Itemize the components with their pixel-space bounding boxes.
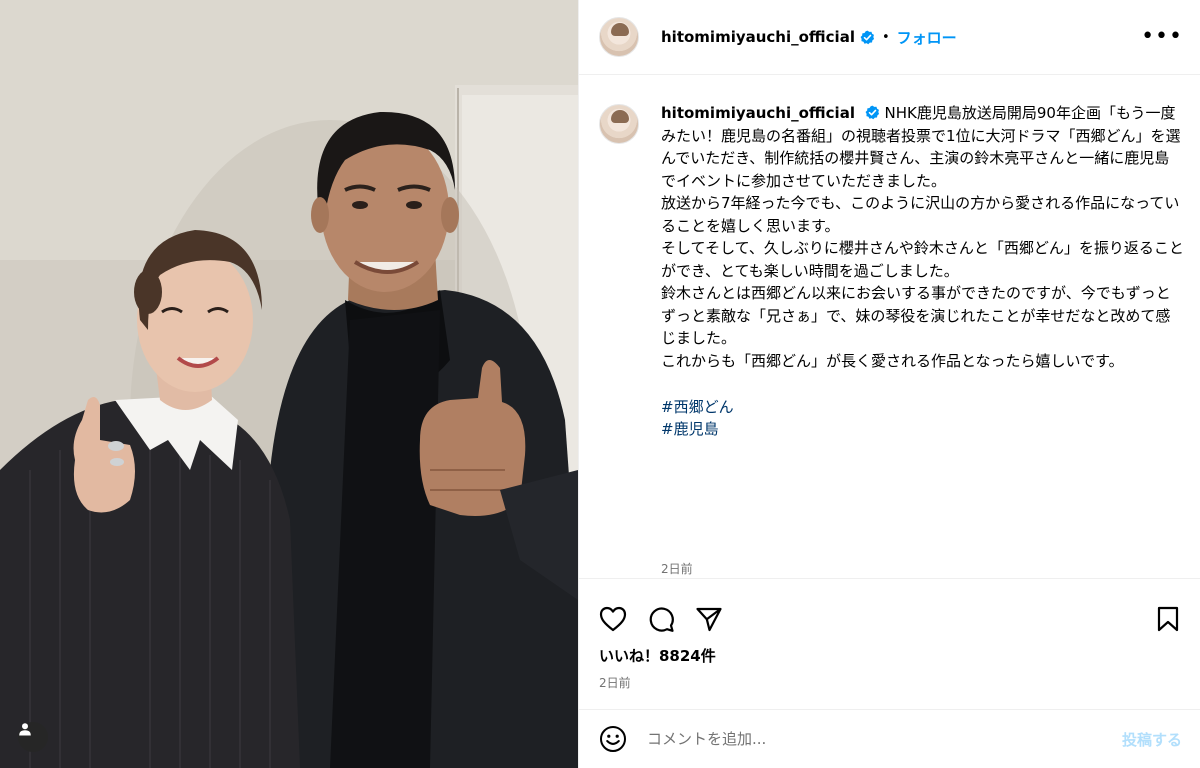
emoji-button[interactable]: [599, 725, 627, 753]
header-username[interactable]: hitomimiyauchi_official: [661, 28, 855, 46]
comment-button[interactable]: [647, 605, 675, 633]
caption-text: hitomimiyauchi_official NHK鹿児島放送局開局90年企画…: [661, 102, 1184, 440]
comment-bubble-icon: [649, 607, 674, 632]
save-button[interactable]: [1156, 606, 1180, 632]
paper-plane-icon: [696, 607, 722, 632]
caption-paragraph: そしてそして、久しぶりに櫻井さんや鈴木さんと「西郷どん」を振り返ることができ、と…: [661, 239, 1184, 280]
smiley-icon: [600, 726, 626, 752]
verified-badge-icon: [865, 105, 879, 120]
user-tag-icon: [19, 723, 31, 736]
post-side-panel: hitomimiyauchi_official • フォロー ••• hitom…: [578, 0, 1200, 768]
caption-paragraph: これからも「西郷どん」が長く愛される作品となったら嬉しいです。: [661, 351, 1124, 370]
like-count[interactable]: いいね！8824件: [579, 645, 1200, 666]
avatar[interactable]: [599, 17, 639, 57]
caption-section: hitomimiyauchi_official NHK鹿児島放送局開局90年企画…: [579, 76, 1200, 578]
photo-illustration: [0, 0, 578, 768]
caption-timestamp[interactable]: 2日前: [661, 560, 693, 577]
like-button[interactable]: [599, 606, 627, 632]
action-bar: [579, 579, 1200, 641]
post-timestamp[interactable]: 2日前: [579, 674, 1200, 691]
tagged-users-button[interactable]: [18, 722, 48, 752]
hashtag-list: #西郷どん #鹿児島: [661, 396, 1184, 440]
post-comment-button[interactable]: 投稿する: [1122, 729, 1182, 750]
separator-dot: •: [881, 29, 890, 45]
comment-form: 投稿する: [579, 709, 1200, 768]
more-options-button[interactable]: •••: [1141, 26, 1183, 48]
post-photo[interactable]: [0, 0, 578, 768]
follow-button[interactable]: フォロー: [897, 27, 957, 48]
caption-username[interactable]: hitomimiyauchi_official: [661, 104, 855, 122]
verified-badge-icon: [860, 30, 875, 44]
bookmark-icon: [1157, 606, 1179, 632]
caption-paragraph: 放送から7年経った今でも、このように沢山の方から愛される作品になっていることを嬉…: [661, 194, 1180, 235]
hashtag-link[interactable]: #西郷どん: [661, 396, 1184, 418]
caption-paragraph: 鈴木さんとは西郷どん以来にお会いする事ができたのですが、今でもずっとずっと素敵な…: [661, 284, 1171, 347]
avatar[interactable]: [599, 104, 639, 144]
hashtag-link[interactable]: #鹿児島: [661, 418, 1184, 440]
comment-input[interactable]: [647, 730, 1122, 748]
post-modal: hitomimiyauchi_official • フォロー ••• hitom…: [0, 0, 1200, 768]
heart-icon: [599, 606, 627, 632]
post-header: hitomimiyauchi_official • フォロー •••: [579, 0, 1200, 75]
share-button[interactable]: [695, 606, 723, 632]
